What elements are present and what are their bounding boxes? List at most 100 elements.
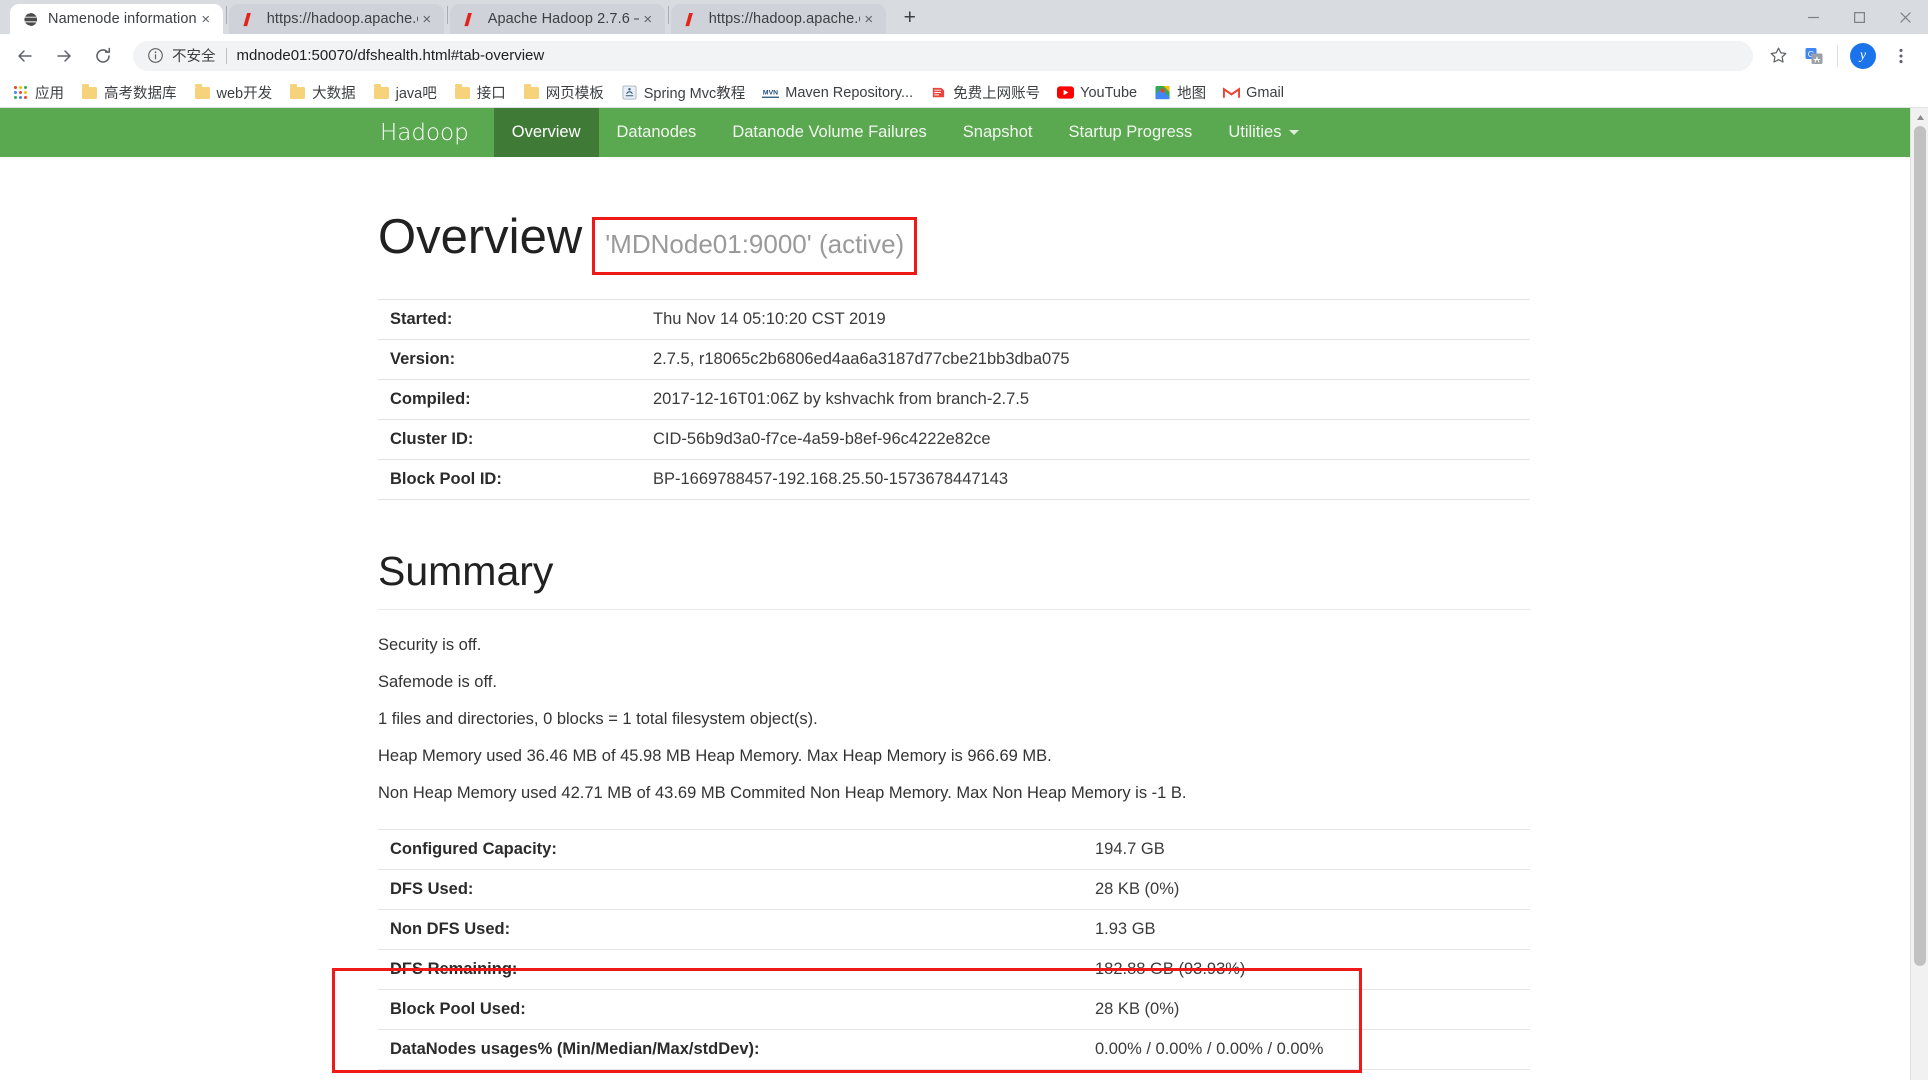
window-controls — [1790, 0, 1928, 34]
browser-tab-3[interactable]: Apache Hadoop 2.7.6 – Hadoo × — [449, 4, 665, 34]
browser-window: Namenode information × https://hadoop.ap… — [0, 0, 1928, 1080]
forward-arrow-icon[interactable] — [47, 39, 81, 73]
minimize-button[interactable] — [1790, 2, 1836, 32]
bookmark-folder-java[interactable]: java吧 — [373, 82, 437, 103]
browser-toolbar: 不安全 mdnode01:50070/dfshealth.html#tab-ov… — [0, 34, 1928, 78]
browser-tab-4[interactable]: https://hadoop.apache.org/do × — [670, 4, 886, 34]
account-icon — [930, 84, 947, 101]
live-nodes-link[interactable]: Live Nodes — [378, 1069, 1083, 1080]
close-icon[interactable]: × — [418, 10, 436, 28]
nav-item-startup-progress[interactable]: Startup Progress — [1051, 108, 1211, 157]
row-key: Configured Capacity: — [378, 829, 1083, 870]
pdf-icon — [462, 11, 479, 28]
bookmark-folder-templates[interactable]: 网页模板 — [523, 82, 604, 103]
pdf-icon — [683, 11, 700, 28]
summary-line-nonheap: Non Heap Memory used 42.71 MB of 43.69 M… — [378, 784, 1187, 802]
table-row: DFS Used: 28 KB (0%) — [378, 869, 1530, 910]
row-value: 28 KB (0%) — [1083, 989, 1530, 1030]
row-key: Cluster ID: — [378, 419, 641, 460]
nav-item-datanodes[interactable]: Datanodes — [599, 108, 715, 157]
summary-table: Configured Capacity: 194.7 GB DFS Used: … — [378, 829, 1530, 1080]
url-text[interactable]: mdnode01:50070/dfshealth.html#tab-overvi… — [237, 47, 545, 64]
table-row: Block Pool ID: BP-1669788457-192.168.25.… — [378, 459, 1530, 500]
tab-strip: Namenode information × https://hadoop.ap… — [0, 0, 1790, 34]
toolbar-divider — [1837, 44, 1838, 67]
back-arrow-icon[interactable] — [8, 39, 42, 73]
info-circle-icon[interactable] — [147, 47, 165, 65]
nav-item-snapshot[interactable]: Snapshot — [945, 108, 1051, 157]
content-container: Overview 'MDNode01:9000' (active) Starte… — [378, 209, 1530, 1080]
bookmark-maven-repository[interactable]: MVN Maven Repository... — [762, 84, 913, 101]
bookmark-folder-gaokao[interactable]: 高考数据库 — [81, 82, 177, 103]
bookmark-youtube[interactable]: YouTube — [1057, 84, 1137, 101]
bookmark-apps[interactable]: 应用 — [12, 82, 64, 103]
bookmark-label: 网页模板 — [545, 86, 604, 102]
bookmark-label: Spring Mvc教程 — [643, 86, 746, 102]
new-tab-button[interactable]: + — [895, 3, 925, 33]
table-row: Compiled: 2017-12-16T01:06Z by kshvachk … — [378, 379, 1530, 420]
maps-icon — [1154, 84, 1171, 101]
bookmark-folder-bigdata[interactable]: 大数据 — [289, 82, 356, 103]
row-key: Non DFS Used: — [378, 909, 1083, 950]
star-icon[interactable] — [1761, 39, 1795, 73]
translate-icon[interactable]: G — [1797, 39, 1831, 73]
bookmark-spring-mvc[interactable]: Spring Mvc教程 — [621, 82, 746, 103]
row-value: 2.7.5, r18065c2b6806ed4aa6a3187d77cbe21b… — [641, 339, 1530, 380]
tab-title: Namenode information — [48, 11, 197, 27]
page-title-text: Overview — [378, 210, 583, 264]
nav-item-utilities[interactable]: Utilities — [1210, 108, 1316, 157]
scrollbar-thumb[interactable] — [1914, 126, 1926, 966]
bookmark-folder-web[interactable]: web开发 — [194, 82, 272, 103]
bookmark-free-account[interactable]: 免费上网账号 — [930, 82, 1040, 103]
omnibox-divider — [225, 47, 227, 64]
close-button[interactable] — [1882, 2, 1928, 32]
table-row: DataNodes usages% (Min/Median/Max/stdDev… — [378, 1029, 1530, 1070]
scroll-up-arrow-icon[interactable] — [1911, 108, 1928, 126]
tab-title: https://hadoop.apache.org/do — [266, 11, 418, 27]
row-value: Thu Nov 14 05:10:20 CST 2019 — [641, 299, 1530, 340]
bookmark-maps[interactable]: 地图 — [1154, 82, 1206, 103]
address-bar[interactable]: 不安全 mdnode01:50070/dfshealth.html#tab-ov… — [133, 40, 1753, 71]
close-icon[interactable]: × — [197, 10, 215, 28]
spring-icon — [621, 84, 638, 101]
close-icon[interactable]: × — [639, 10, 657, 28]
bookmark-label: YouTube — [1080, 84, 1138, 101]
reload-icon[interactable] — [86, 39, 120, 73]
row-value: 28 KB (0%) — [1083, 869, 1530, 910]
table-row: Non DFS Used: 1.93 GB — [378, 909, 1530, 950]
live-nodes-value: 1 (Decommissioned: 0) — [1083, 1069, 1530, 1080]
hadoop-navbar: Hadoop Overview Datanodes Datanode Volum… — [0, 108, 1910, 157]
bookmark-label: Gmail — [1246, 84, 1284, 101]
row-key: Version: — [378, 339, 641, 380]
folder-icon — [81, 84, 98, 101]
bookmark-folder-api[interactable]: 接口 — [454, 82, 506, 103]
close-icon[interactable]: × — [860, 10, 878, 28]
bookmark-label: java吧 — [395, 86, 437, 102]
gmail-icon — [1223, 84, 1241, 101]
nav-item-datanode-volume-failures[interactable]: Datanode Volume Failures — [714, 108, 944, 157]
bookmark-label: 接口 — [476, 86, 506, 102]
browser-tab-1[interactable]: Namenode information × — [10, 4, 223, 34]
browser-tab-2[interactable]: https://hadoop.apache.org/do × — [228, 4, 444, 34]
folder-icon — [454, 84, 471, 101]
table-row: Live Nodes 1 (Decommissioned: 0) — [378, 1069, 1530, 1080]
folder-icon — [373, 84, 390, 101]
tab-separator — [446, 6, 448, 24]
row-key: DataNodes usages% (Min/Median/Max/stdDev… — [378, 1029, 1083, 1070]
bookmark-gmail[interactable]: Gmail — [1223, 84, 1284, 101]
tab-title: Apache Hadoop 2.7.6 – Hadoo — [487, 11, 639, 27]
page-scrollbar[interactable] — [1910, 108, 1928, 1080]
three-dot-menu-icon[interactable] — [1884, 39, 1918, 73]
page-title: Overview 'MDNode01:9000' (active) — [378, 209, 1530, 275]
nav-item-overview[interactable]: Overview — [493, 108, 599, 157]
globe-icon — [22, 11, 39, 28]
nav-item-utilities-label: Utilities — [1228, 123, 1282, 141]
row-value: 1.93 GB — [1083, 909, 1530, 950]
security-label: 不安全 — [172, 49, 216, 65]
row-value: 0.00% / 0.00% / 0.00% / 0.00% — [1083, 1029, 1530, 1070]
maximize-button[interactable] — [1836, 2, 1882, 32]
avatar[interactable]: y — [1850, 42, 1876, 69]
hadoop-brand[interactable]: Hadoop — [370, 108, 494, 157]
tab-separator — [667, 6, 669, 24]
table-row: Version: 2.7.5, r18065c2b6806ed4aa6a3187… — [378, 339, 1530, 380]
